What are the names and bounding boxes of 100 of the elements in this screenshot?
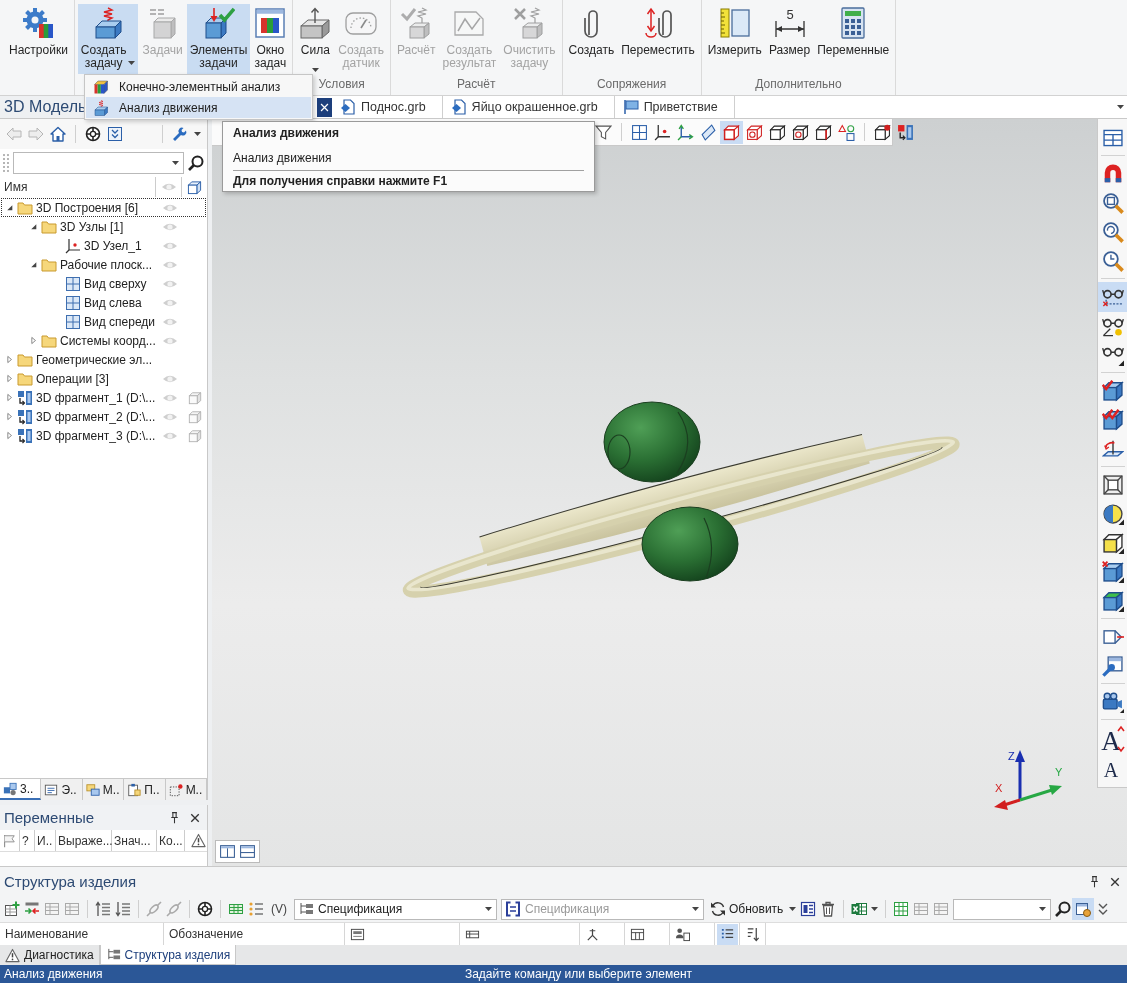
sort-icon[interactable] bbox=[745, 926, 760, 942]
ribbon-button[interactable]: Настройки bbox=[6, 4, 71, 74]
menu-item[interactable]: Конечно-элементный анализ bbox=[86, 76, 311, 97]
z-axis-arrow bbox=[1015, 750, 1025, 800]
numbering-icon[interactable] bbox=[248, 901, 264, 917]
window-gear-icon[interactable] bbox=[1075, 901, 1092, 917]
cube-frame-icon[interactable] bbox=[1101, 473, 1124, 496]
crosshair-icon[interactable] bbox=[85, 126, 101, 142]
magnifier-icon[interactable] bbox=[1101, 220, 1124, 243]
panel-tab[interactable]: Структура изделия bbox=[99, 945, 237, 965]
split-vertical-icon[interactable] bbox=[219, 843, 236, 860]
ribbon-button[interactable]: Элементы задачи bbox=[186, 4, 251, 74]
tripod-icon[interactable] bbox=[585, 926, 600, 942]
axes-icon[interactable] bbox=[677, 123, 694, 141]
arrows-icon[interactable] bbox=[24, 901, 40, 917]
ribbon-button[interactable]: Переменные bbox=[814, 4, 893, 74]
camera-icon[interactable] bbox=[1101, 690, 1124, 713]
refresh-button[interactable]: Обновить bbox=[708, 901, 786, 917]
magnifier-icon[interactable] bbox=[1101, 249, 1124, 272]
list-icon[interactable] bbox=[720, 926, 735, 942]
pin-icon[interactable] bbox=[168, 811, 181, 824]
ribbon-button[interactable]: Переместить bbox=[618, 4, 698, 74]
form-icon[interactable] bbox=[350, 926, 365, 942]
ribbon-button[interactable]: Сила bbox=[296, 4, 335, 74]
grid-icon[interactable] bbox=[631, 123, 648, 141]
tooltip-text: Анализ движения bbox=[233, 151, 333, 166]
tree-item[interactable]: 3D Построения [6] bbox=[1, 198, 206, 217]
document-tab[interactable]: Приветствие bbox=[614, 96, 735, 118]
toolbar-button[interactable]: (V) bbox=[268, 902, 290, 916]
cube-icon[interactable] bbox=[1101, 589, 1124, 612]
caret-icon[interactable] bbox=[789, 907, 797, 911]
spreadsheet-icon[interactable] bbox=[851, 901, 868, 917]
tree-item[interactable]: Вид слева bbox=[1, 293, 206, 312]
search-icon[interactable] bbox=[1055, 901, 1072, 917]
tree-icon bbox=[105, 947, 121, 962]
person-table-icon[interactable] bbox=[675, 926, 690, 942]
ribbon-button[interactable]: Измерить bbox=[704, 4, 765, 74]
cube-face-icon[interactable] bbox=[1101, 531, 1124, 554]
axes-point-icon[interactable] bbox=[654, 123, 671, 141]
panel-tab[interactable]: М.. bbox=[165, 779, 208, 800]
grid-icon[interactable] bbox=[228, 901, 244, 917]
sort-down-icon[interactable] bbox=[115, 901, 131, 917]
tree-item[interactable]: Рабочие плоск... bbox=[1, 255, 206, 274]
panel-tab[interactable]: 3.. bbox=[0, 779, 42, 800]
cube-dot-icon[interactable] bbox=[874, 123, 891, 141]
split-horizontal-icon[interactable] bbox=[239, 843, 256, 860]
panel-tab[interactable]: М.. bbox=[82, 779, 125, 800]
document-tab[interactable]: Поднос.grb bbox=[332, 96, 443, 118]
window-wrench-icon[interactable] bbox=[1101, 654, 1124, 677]
cube-ticks-icon[interactable] bbox=[1101, 408, 1124, 431]
crosshair-icon[interactable] bbox=[197, 901, 213, 917]
caret-icon bbox=[485, 907, 492, 911]
home-icon[interactable] bbox=[50, 126, 66, 142]
search-field[interactable] bbox=[12, 152, 184, 174]
ribbon-button[interactable]: 5 Размер bbox=[765, 4, 814, 74]
ribbon-button[interactable]: Окно задач bbox=[251, 4, 290, 74]
sphere-icon[interactable] bbox=[1101, 502, 1124, 525]
dropdown-field[interactable] bbox=[953, 898, 1052, 920]
panel-tab[interactable]: Э.. bbox=[41, 779, 83, 800]
search-icon[interactable] bbox=[188, 155, 204, 171]
table-plus-icon[interactable] bbox=[4, 901, 20, 917]
folder-icon bbox=[41, 332, 57, 349]
caret-icon[interactable] bbox=[1117, 105, 1124, 109]
ribbon-button[interactable]: Создать bbox=[565, 4, 618, 74]
report-icon[interactable] bbox=[800, 901, 817, 917]
ribbon-button[interactable]: Создать задачу bbox=[77, 4, 139, 74]
wrench-icon[interactable] bbox=[172, 126, 188, 142]
cube-tick-icon[interactable] bbox=[1101, 379, 1124, 402]
pin-icon[interactable] bbox=[1088, 875, 1101, 888]
menu-item[interactable]: Анализ движения bbox=[86, 97, 311, 118]
caret-icon[interactable] bbox=[194, 132, 201, 136]
fragment-icon[interactable] bbox=[897, 123, 914, 141]
cube-cross-icon[interactable] bbox=[1101, 560, 1124, 583]
cube-circle-icon[interactable] bbox=[792, 123, 809, 141]
close-tab-button[interactable] bbox=[317, 97, 332, 117]
tree-item[interactable]: 3D Узлы [1] bbox=[1, 217, 206, 236]
document-icon bbox=[450, 99, 467, 115]
window-icon bbox=[254, 7, 287, 39]
panel-tab[interactable]: П.. bbox=[124, 779, 166, 800]
font-size-icon[interactable]: A bbox=[1100, 757, 1125, 779]
magnifier-icon[interactable] bbox=[1101, 191, 1124, 214]
caret-icon[interactable] bbox=[871, 907, 879, 911]
tree-item[interactable]: Геометрические эл... bbox=[1, 350, 206, 369]
cube-icon[interactable] bbox=[815, 123, 832, 141]
tree-item[interactable]: Вид спереди bbox=[1, 312, 206, 331]
close-icon[interactable] bbox=[1109, 875, 1121, 888]
column-header: Выраже... bbox=[58, 833, 113, 848]
collapse-icon[interactable] bbox=[107, 126, 123, 142]
plane-icon[interactable] bbox=[700, 123, 717, 141]
dropdown-field[interactable]: Спецификация bbox=[294, 898, 497, 920]
shapes-icon[interactable] bbox=[838, 123, 855, 141]
layers-icon bbox=[85, 782, 100, 797]
close-icon[interactable] bbox=[189, 811, 201, 824]
tree-item[interactable]: 3D Узел_1 bbox=[1, 236, 206, 255]
cube-icon[interactable] bbox=[769, 123, 786, 141]
trash-icon[interactable] bbox=[820, 901, 837, 917]
sort-up-icon[interactable] bbox=[95, 901, 111, 917]
tree-item[interactable]: Вид сверху bbox=[1, 274, 206, 293]
table-icon[interactable] bbox=[630, 926, 645, 942]
document-tab[interactable]: Яйцо окрашенное.grb bbox=[442, 96, 615, 118]
